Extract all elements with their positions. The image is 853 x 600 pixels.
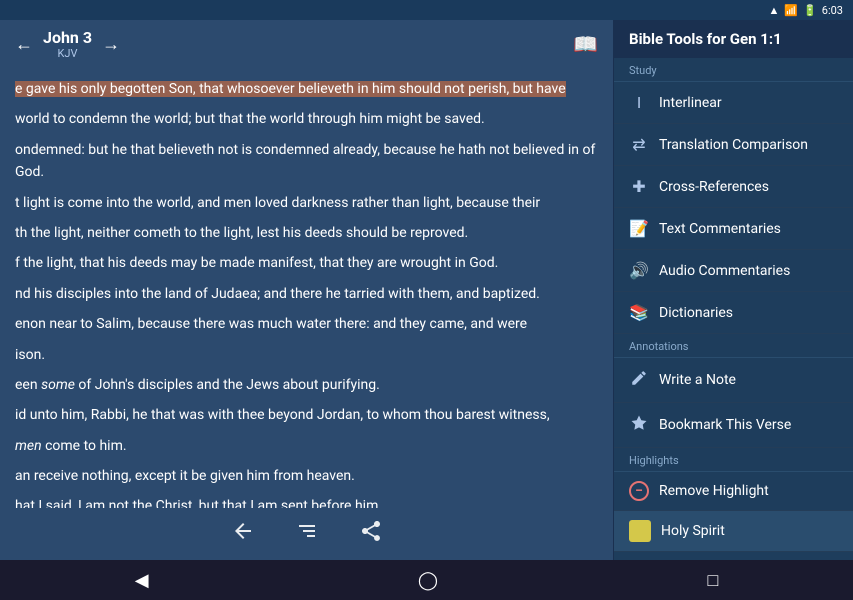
interlinear-icon: I xyxy=(629,93,649,112)
annotations-section-label: Annotations xyxy=(614,334,853,358)
dictionaries-icon: 📚 xyxy=(629,303,649,322)
bible-text-area[interactable]: e gave his only begotten Son, that whoso… xyxy=(0,68,613,508)
bottom-toolbar xyxy=(0,508,613,560)
verse-text-3: ondemned: but he that believeth not is c… xyxy=(15,139,598,184)
verse-text-11: id unto him, Rabbi, he that was with the… xyxy=(15,404,598,426)
interlinear-label: Interlinear xyxy=(659,95,722,111)
bible-header: ← John 3 KJV → 📖 xyxy=(0,20,613,68)
study-section-label: Study xyxy=(614,58,853,82)
write-note-button[interactable]: Write a Note xyxy=(614,358,853,403)
remove-highlight-icon: − xyxy=(629,481,649,501)
text-commentaries-label: Text Commentaries xyxy=(659,221,781,237)
audio-commentaries-label: Audio Commentaries xyxy=(659,263,790,279)
back-button[interactable] xyxy=(231,519,255,549)
verse-text-13: an receive nothing, except it be given h… xyxy=(15,465,598,487)
text-commentaries-icon: 📝 xyxy=(629,219,649,238)
grace-highlight[interactable]: Grace xyxy=(614,552,853,560)
status-icons: ▲ 📶 🔋 6:03 xyxy=(768,4,843,17)
verse-text-10: een some of John's disciples and the Jew… xyxy=(15,374,598,396)
book-name: John 3 xyxy=(43,28,92,47)
bookmark-verse-button[interactable]: Bookmark This Verse xyxy=(614,403,853,448)
battery-icon: 🔋 xyxy=(803,4,817,17)
write-note-label: Write a Note xyxy=(659,372,736,388)
sidebar-item-translation-comparison[interactable]: ⇄ Translation Comparison xyxy=(614,124,853,166)
highlights-section-label: Highlights xyxy=(614,448,853,472)
share-button[interactable] xyxy=(359,519,383,549)
bible-nav: ← John 3 KJV → xyxy=(15,28,120,60)
status-bar: ▲ 📶 🔋 6:03 xyxy=(0,0,853,20)
verse-text-12: men come to him. xyxy=(15,435,598,457)
wifi-icon: ▲ xyxy=(768,4,779,17)
book-info[interactable]: John 3 KJV xyxy=(43,28,92,60)
signal-icon: 📶 xyxy=(784,4,798,17)
main-content: ← John 3 KJV → 📖 e gave his only begotte… xyxy=(0,20,853,560)
bible-version: KJV xyxy=(43,47,92,60)
recents-button[interactable]: □ xyxy=(707,570,718,591)
holy-spirit-highlight[interactable]: Holy Spirit xyxy=(614,511,853,552)
tools-panel: Bible Tools for Gen 1:1 Study I Interlin… xyxy=(613,20,853,560)
sidebar-item-text-commentaries[interactable]: 📝 Text Commentaries xyxy=(614,208,853,250)
prev-chapter-button[interactable]: ← xyxy=(15,34,33,55)
sidebar-item-audio-commentaries[interactable]: 🔊 Audio Commentaries xyxy=(614,250,853,292)
sidebar-item-dictionaries[interactable]: 📚 Dictionaries xyxy=(614,292,853,334)
time-display: 6:03 xyxy=(822,4,843,17)
verse-text-5: th the light, neither cometh to the ligh… xyxy=(15,222,598,244)
audio-commentaries-icon: 🔊 xyxy=(629,261,649,280)
verse-text-4: t light is come into the world, and men … xyxy=(15,192,598,214)
cross-references-label: Cross-References xyxy=(659,179,769,195)
holy-spirit-swatch xyxy=(629,520,651,542)
back-system-button[interactable]: ◀ xyxy=(135,570,149,591)
translation-comparison-label: Translation Comparison xyxy=(659,137,808,153)
remove-highlight-button[interactable]: − Remove Highlight xyxy=(614,472,853,511)
verse-text-2: world to condemn the world; but that the… xyxy=(15,108,598,130)
translation-comparison-icon: ⇄ xyxy=(629,135,649,154)
up-button[interactable] xyxy=(295,519,319,549)
verse-text-6: f the light, that his deeds may be made … xyxy=(15,252,598,274)
tools-title: Bible Tools for Gen 1:1 xyxy=(629,30,782,48)
remove-highlight-label: Remove Highlight xyxy=(659,483,769,499)
sidebar-item-interlinear[interactable]: I Interlinear xyxy=(614,82,853,124)
home-button[interactable]: ◯ xyxy=(418,570,438,591)
tools-scrollable[interactable]: Study I Interlinear ⇄ Translation Compar… xyxy=(614,58,853,560)
dictionaries-label: Dictionaries xyxy=(659,305,733,321)
star-icon xyxy=(629,414,649,436)
book-icon[interactable]: 📖 xyxy=(573,32,598,56)
pencil-icon xyxy=(629,369,649,391)
verse-text-7: nd his disciples into the land of Judaea… xyxy=(15,283,598,305)
tools-header: Bible Tools for Gen 1:1 xyxy=(614,20,853,58)
verse-text-14: hat I said, I am not the Christ, but tha… xyxy=(15,495,598,508)
verse-text-1: e gave his only begotten Son, that whoso… xyxy=(15,78,598,100)
verse-text-8: enon near to Salim, because there was mu… xyxy=(15,313,598,335)
sidebar-item-cross-references[interactable]: ✚ Cross-References xyxy=(614,166,853,208)
bookmark-label: Bookmark This Verse xyxy=(659,417,791,433)
bible-panel: ← John 3 KJV → 📖 e gave his only begotte… xyxy=(0,20,613,560)
next-chapter-button[interactable]: → xyxy=(102,34,120,55)
system-nav-bar: ◀ ◯ □ xyxy=(0,560,853,600)
verse-text-9: ison. xyxy=(15,344,598,366)
holy-spirit-label: Holy Spirit xyxy=(661,523,725,539)
cross-references-icon: ✚ xyxy=(629,177,649,196)
